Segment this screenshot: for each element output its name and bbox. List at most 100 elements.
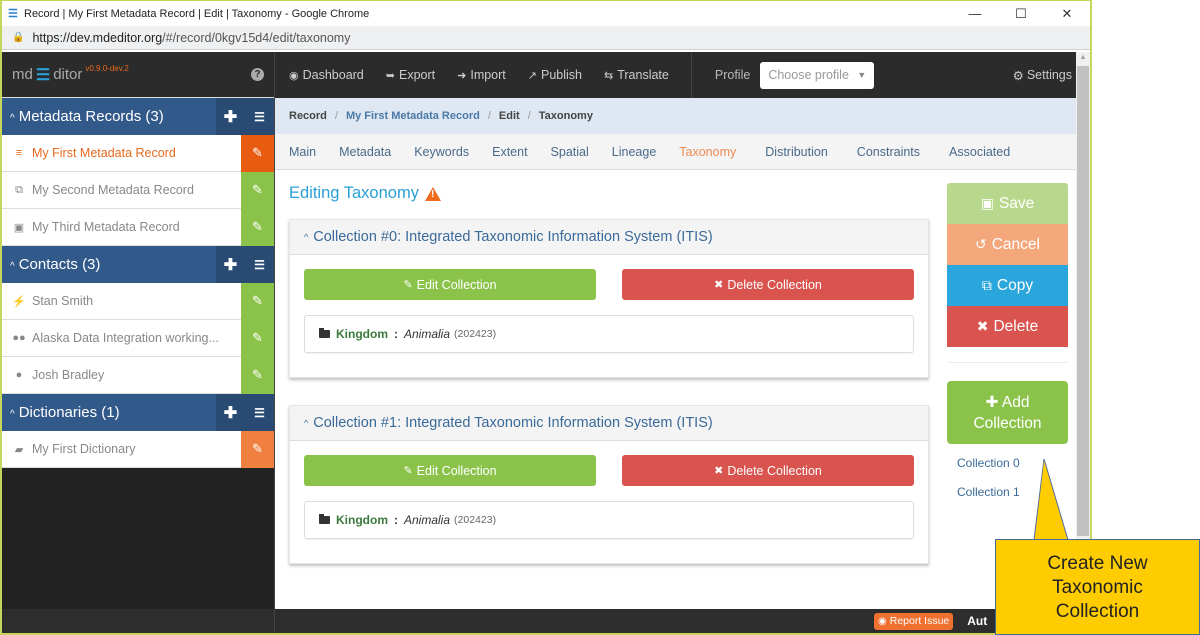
- section-dictionaries[interactable]: ^ Dictionaries (1) ✚ ☰: [2, 394, 274, 431]
- report-issue-button[interactable]: ◉ Report Issue: [874, 612, 954, 630]
- section-metadata-records[interactable]: ^ Metadata Records (3) ✚ ☰: [2, 98, 274, 135]
- folder-icon: [319, 514, 330, 524]
- button-label: Delete Collection: [727, 463, 822, 478]
- tab-taxonomy[interactable]: Taxonomy: [679, 145, 736, 159]
- section-contacts[interactable]: ^ Contacts (3) ✚ ☰: [2, 246, 274, 283]
- github-icon: ◉: [878, 615, 887, 627]
- edit-button[interactable]: ✎: [241, 134, 274, 172]
- maximize-button[interactable]: ☐: [998, 6, 1044, 22]
- tab-main[interactable]: Main: [289, 145, 316, 159]
- tab-spatial[interactable]: Spatial: [551, 145, 589, 159]
- edit-collection-button[interactable]: ✎ Edit Collection: [304, 269, 596, 300]
- collection-panel: ^ Collection #1: Integrated Taxonomic In…: [289, 405, 929, 564]
- taxon-item[interactable]: Kingdom : Animalia (202423): [304, 501, 914, 539]
- app: md ☰ ditor v0.9.0-dev.2 ? ^ Metadata Reco…: [2, 52, 1077, 633]
- collection-link[interactable]: Collection 0: [957, 456, 1068, 470]
- url-host: https://dev.mdeditor.org: [32, 30, 163, 45]
- profile-label: Profile: [714, 68, 751, 82]
- edit-button[interactable]: ✎: [241, 356, 274, 394]
- sidebar-item-label: Stan Smith: [32, 294, 94, 308]
- nav-label: Export: [398, 68, 436, 82]
- edit-button[interactable]: ✎: [241, 171, 274, 209]
- add-collection-button[interactable]: ✚ Add Collection: [947, 381, 1068, 444]
- sidebar-item-label: My First Metadata Record: [32, 146, 176, 160]
- tab-lineage[interactable]: Lineage: [612, 145, 657, 159]
- tab-associated[interactable]: Associated: [949, 145, 1010, 159]
- profile-select[interactable]: Choose profile ▼: [760, 61, 875, 89]
- chevron-up-icon: ^: [10, 113, 15, 124]
- help-icon[interactable]: ?: [251, 68, 264, 81]
- delete-collection-button[interactable]: ✖ Delete Collection: [622, 455, 914, 486]
- edit-button[interactable]: ✎: [241, 319, 274, 357]
- edit-button[interactable]: ✎: [241, 208, 274, 246]
- sidebar-item-contact[interactable]: ●● Alaska Data Integration working... ✎: [2, 319, 274, 357]
- nav-translate[interactable]: ⇆ Translate: [604, 68, 669, 82]
- collection-link[interactable]: Collection 1: [957, 485, 1068, 499]
- title-bar: ☰ Record | My First Metadata Record | Ed…: [2, 0, 1090, 26]
- cancel-button[interactable]: ↺ Cancel: [947, 224, 1068, 265]
- sidebar-item-contact[interactable]: ⚡ Stan Smith ✎: [2, 282, 274, 320]
- scroll-thumb[interactable]: [1077, 66, 1089, 536]
- app-icon: ☰: [8, 7, 18, 20]
- minimize-button[interactable]: —: [952, 6, 998, 21]
- tab-metadata[interactable]: Metadata: [339, 145, 391, 159]
- taxon-rank: Kingdom: [336, 513, 388, 527]
- taxon-id: (202423): [454, 328, 497, 340]
- edit-button[interactable]: ✎: [241, 282, 274, 320]
- breadcrumb-record[interactable]: Record: [289, 110, 327, 122]
- settings-button[interactable]: ⚙ Settings: [1013, 68, 1072, 83]
- times-icon: ✖: [714, 465, 724, 477]
- edit-collection-button[interactable]: ✎ Edit Collection: [304, 455, 596, 486]
- edit-button[interactable]: ✎: [241, 430, 274, 468]
- lock-icon: 🔒: [12, 32, 25, 43]
- nav-label: Publish: [541, 68, 582, 82]
- breadcrumb-edit[interactable]: Edit: [499, 110, 520, 122]
- scroll-up-arrow[interactable]: ▲: [1076, 52, 1090, 64]
- export-icon: ➥: [385, 69, 395, 82]
- save-button[interactable]: ▣ Save: [947, 183, 1068, 224]
- sidebar-item-label: My Second Metadata Record: [32, 183, 194, 197]
- copy-button[interactable]: ⧉ Copy: [947, 265, 1068, 306]
- taxon-name: Animalia: [404, 327, 451, 341]
- sidebar-item-record[interactable]: ⧉ My Second Metadata Record ✎: [2, 171, 274, 209]
- tab-extent[interactable]: Extent: [492, 145, 527, 159]
- button-label: Delete: [993, 317, 1039, 335]
- section-label: Dictionaries (1): [18, 404, 120, 421]
- nav-publish[interactable]: ↗ Publish: [528, 68, 582, 82]
- add-record-button[interactable]: ✚: [216, 98, 245, 135]
- close-button[interactable]: ✕: [1044, 6, 1090, 22]
- breadcrumb-current: Taxonomy: [538, 110, 593, 122]
- button-label: Cancel: [991, 235, 1040, 253]
- collection-header[interactable]: ^ Collection #1: Integrated Taxonomic In…: [290, 406, 928, 441]
- chevron-up-icon: ^: [304, 418, 309, 428]
- sidebar-item-dictionary[interactable]: ▰ My First Dictionary ✎: [2, 430, 274, 468]
- add-contact-button[interactable]: ✚: [216, 246, 245, 283]
- sidebar-item-label: My Third Metadata Record: [32, 220, 180, 234]
- collection-header[interactable]: ^ Collection #0: Integrated Taxonomic In…: [290, 220, 928, 255]
- tab-constraints[interactable]: Constraints: [857, 145, 920, 159]
- button-label-line1: Add: [1001, 394, 1030, 411]
- collection-title: Collection #1: Integrated Taxonomic Info…: [313, 415, 713, 431]
- address-bar[interactable]: 🔒 https://dev.mdeditor.org /#/record/0kg…: [2, 26, 1090, 50]
- add-dictionary-button[interactable]: ✚: [216, 394, 245, 431]
- pencil-icon: ✎: [403, 465, 413, 477]
- page-title-text: Editing Taxonomy: [289, 184, 419, 202]
- nav-import[interactable]: ➜ Import: [457, 68, 506, 82]
- breadcrumb-record-name[interactable]: My First Metadata Record: [346, 110, 480, 122]
- delete-button[interactable]: ✖ Delete: [947, 306, 1068, 347]
- taxon-separator: :: [394, 327, 398, 341]
- brand[interactable]: md ☰ ditor v0.9.0-dev.2 ?: [2, 52, 274, 98]
- sidebar-item-record[interactable]: ▣ My Third Metadata Record ✎: [2, 208, 274, 246]
- taxon-item[interactable]: Kingdom : Animalia (202423): [304, 315, 914, 353]
- nav-dashboard[interactable]: ◉ Dashboard: [289, 68, 364, 82]
- delete-collection-button[interactable]: ✖ Delete Collection: [622, 269, 914, 300]
- tab-keywords[interactable]: Keywords: [414, 145, 469, 159]
- nav-export[interactable]: ➥ Export: [386, 68, 435, 82]
- sidebar-item-contact[interactable]: ● Josh Bradley ✎: [2, 356, 274, 394]
- list-records-button[interactable]: ☰: [245, 98, 274, 135]
- list-dictionaries-button[interactable]: ☰: [245, 394, 274, 431]
- main-area: ◉ Dashboard ➥ Export ➜ Import ↗ Publish ⇆ Tra…: [274, 52, 1077, 633]
- list-contacts-button[interactable]: ☰: [245, 246, 274, 283]
- tab-distribution[interactable]: Distribution: [765, 145, 828, 159]
- sidebar-item-record[interactable]: ≡ My First Metadata Record ✎: [2, 134, 274, 172]
